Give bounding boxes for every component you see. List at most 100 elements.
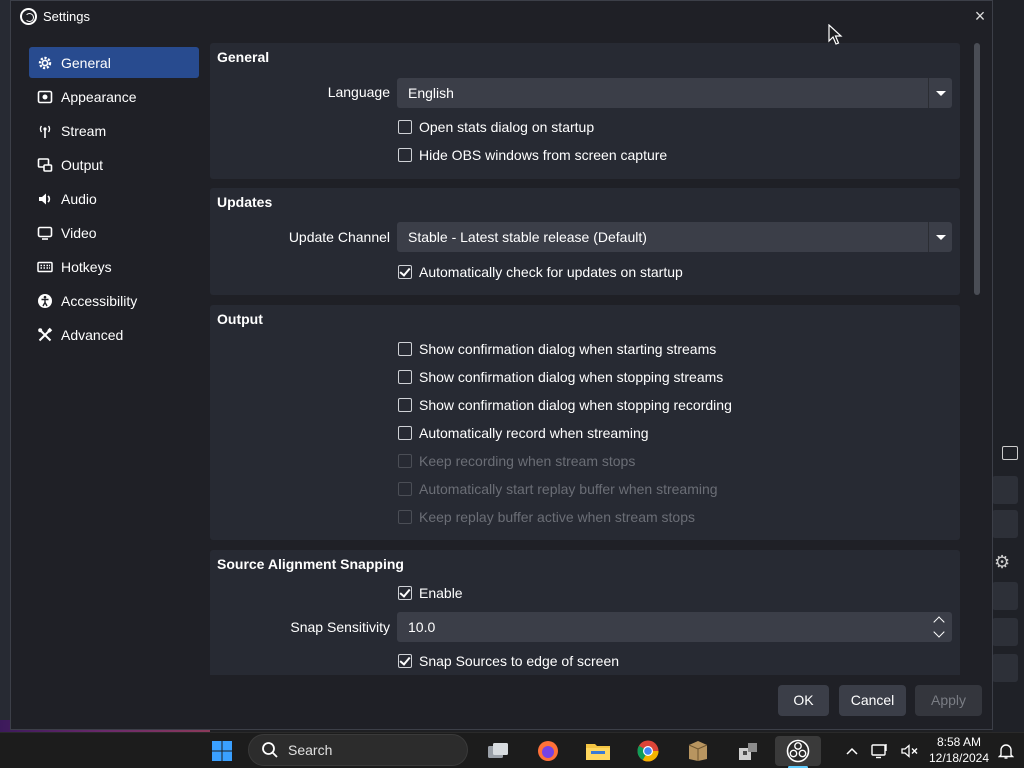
- appearance-icon: [36, 88, 53, 105]
- checkbox-box[interactable]: [398, 654, 412, 668]
- close-icon[interactable]: ×: [969, 5, 991, 27]
- chevron-up-icon[interactable]: [838, 736, 866, 766]
- update-channel-value: Stable - Latest stable release (Default): [408, 229, 647, 245]
- confirm-stop-recording-checkbox[interactable]: Show confirmation dialog when stopping r…: [398, 397, 732, 413]
- checkbox-box[interactable]: [398, 426, 412, 440]
- auto-check-updates-checkbox[interactable]: Automatically check for updates on start…: [398, 264, 683, 280]
- language-label: Language: [327, 84, 390, 100]
- sidebar-item-accessibility[interactable]: Accessibility: [29, 285, 199, 316]
- keep-recording-checkbox: Keep recording when stream stops: [398, 453, 635, 469]
- sidebar-item-label: Appearance: [61, 88, 137, 105]
- auto-record-checkbox[interactable]: Automatically record when streaming: [398, 425, 649, 441]
- task-view-icon[interactable]: [482, 736, 514, 766]
- checkbox-box[interactable]: [398, 398, 412, 412]
- checkbox-box[interactable]: [398, 370, 412, 384]
- title-bar[interactable]: Settings ×: [11, 1, 992, 32]
- group-title: Updates: [217, 194, 273, 210]
- background-dock-button: [992, 654, 1018, 682]
- snapping-group: Source Alignment Snapping Enable Snap Se…: [210, 550, 960, 675]
- confirm-stop-streams-checkbox[interactable]: Show confirmation dialog when stopping s…: [398, 369, 723, 385]
- search-icon: [262, 742, 278, 758]
- file-explorer-icon[interactable]: [582, 736, 614, 766]
- checkbox-box: [398, 510, 412, 524]
- obs-taskbar-icon[interactable]: [775, 736, 821, 766]
- language-value: English: [408, 85, 454, 101]
- network-icon[interactable]: [866, 736, 894, 766]
- background-dock-button: [992, 510, 1018, 538]
- accessibility-icon: [36, 292, 53, 309]
- sidebar-item-advanced[interactable]: Advanced: [29, 319, 199, 350]
- snap-sensitivity-label: Snap Sensitivity: [290, 619, 390, 635]
- checkbox-box[interactable]: [398, 342, 412, 356]
- apply-button[interactable]: Apply: [915, 685, 982, 716]
- snap-edge-checkbox[interactable]: Snap Sources to edge of screen: [398, 653, 619, 669]
- language-dropdown[interactable]: English: [397, 78, 952, 108]
- ok-button[interactable]: OK: [778, 685, 829, 716]
- background-dock-icon: [1002, 446, 1018, 460]
- group-title: Source Alignment Snapping: [217, 556, 404, 572]
- scrollbar-thumb[interactable]: [974, 43, 980, 295]
- checkbox-box[interactable]: [398, 586, 412, 600]
- checkbox-label: Hide OBS windows from screen capture: [419, 147, 668, 163]
- checkbox-label: Keep recording when stream stops: [419, 453, 636, 469]
- mouse-cursor-icon: [828, 24, 843, 45]
- sidebar-item-video[interactable]: Video: [29, 217, 199, 248]
- update-channel-dropdown[interactable]: Stable - Latest stable release (Default): [397, 222, 952, 252]
- volume-muted-icon[interactable]: [896, 736, 924, 766]
- sidebar-item-label: Audio: [61, 190, 97, 207]
- keep-replay-buffer-checkbox: Keep replay buffer active when stream st…: [398, 509, 695, 525]
- snapping-enable-checkbox[interactable]: Enable: [398, 585, 463, 601]
- checkbox-box[interactable]: [398, 148, 412, 162]
- chevron-down-icon[interactable]: [933, 626, 945, 638]
- taskbar-search-box[interactable]: Search: [248, 734, 468, 766]
- sidebar-item-label: Accessibility: [61, 292, 138, 309]
- checkbox-box[interactable]: [398, 265, 412, 279]
- chevron-down-icon[interactable]: [928, 78, 952, 108]
- checkbox-box[interactable]: [398, 120, 412, 134]
- checkbox-label: Show confirmation dialog when starting s…: [419, 341, 717, 357]
- sidebar-item-appearance[interactable]: Appearance: [29, 81, 199, 112]
- chevron-down-icon[interactable]: [928, 222, 952, 252]
- window-title: Settings: [43, 9, 90, 24]
- clock-date: 12/18/2024: [928, 751, 990, 765]
- auto-replay-buffer-checkbox: Automatically start replay buffer when s…: [398, 481, 718, 497]
- checkbox-label: Automatically check for updates on start…: [419, 264, 683, 280]
- checkbox-label: Show confirmation dialog when stopping r…: [419, 397, 732, 413]
- open-stats-checkbox[interactable]: Open stats dialog on startup: [398, 119, 594, 135]
- package-app-icon[interactable]: [732, 736, 764, 766]
- confirm-start-streams-checkbox[interactable]: Show confirmation dialog when starting s…: [398, 341, 716, 357]
- firefox-icon[interactable]: [532, 736, 564, 766]
- settings-content: General Language English Open stats dial…: [210, 41, 974, 675]
- background-right-panel: ⚙: [992, 0, 1024, 732]
- windows-start-icon[interactable]: [206, 736, 238, 766]
- sidebar-item-output[interactable]: Output: [29, 149, 199, 180]
- snap-sensitivity-spinbox[interactable]: 10.0: [397, 612, 952, 642]
- sidebar-item-label: Hotkeys: [61, 258, 112, 275]
- group-title: General: [217, 49, 270, 65]
- vertical-scrollbar[interactable]: [972, 41, 982, 675]
- checkbox-box: [398, 482, 412, 496]
- background-dock-button: [992, 618, 1018, 646]
- cancel-button[interactable]: Cancel: [839, 685, 906, 716]
- broadcast-icon: [36, 122, 53, 139]
- sidebar-item-hotkeys[interactable]: Hotkeys: [29, 251, 199, 282]
- settings-sidebar: General Appearance Stream Output Audio V…: [23, 41, 208, 675]
- taskbar-clock[interactable]: 8:58 AM 12/18/2024: [928, 734, 990, 766]
- archive-app-icon[interactable]: [682, 736, 714, 766]
- sidebar-item-stream[interactable]: Stream: [29, 115, 199, 146]
- spinbox-buttons[interactable]: [928, 612, 952, 642]
- settings-dialog: Settings × General Appearance Stream Out…: [10, 0, 993, 730]
- snap-sensitivity-value: 10.0: [408, 619, 436, 635]
- checkbox-box: [398, 454, 412, 468]
- checkbox-label: Snap Sources to edge of screen: [419, 653, 620, 669]
- sidebar-item-general[interactable]: General: [29, 47, 199, 78]
- notification-bell-icon[interactable]: [992, 736, 1020, 766]
- sidebar-item-audio[interactable]: Audio: [29, 183, 199, 214]
- chrome-icon[interactable]: [632, 736, 664, 766]
- clock-time: 8:58 AM: [936, 735, 982, 749]
- hide-obs-checkbox[interactable]: Hide OBS windows from screen capture: [398, 147, 667, 163]
- sidebar-item-label: General: [61, 54, 111, 71]
- output-group: Output Show confirmation dialog when sta…: [210, 305, 960, 540]
- tools-icon: [36, 326, 53, 343]
- obs-logo-icon: [20, 8, 37, 25]
